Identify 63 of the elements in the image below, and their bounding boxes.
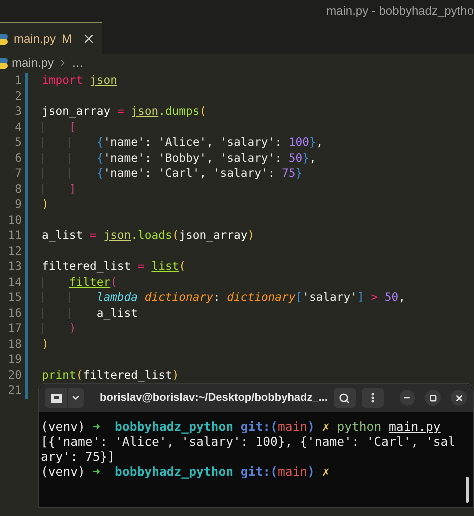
code-line: import json [42,75,118,86]
code-line: ) [42,199,49,210]
terminal-tab-icon [50,393,62,403]
line-number: 14 [7,276,22,288]
search-button[interactable] [334,388,356,408]
line-number: 5 [14,137,22,148]
line-number: 8 [14,184,22,195]
code-line: ] [42,184,76,195]
code-line: filtered_list = list( [42,261,186,272]
line-number: 7 [14,168,22,180]
line-number: 4 [14,122,22,133]
maximize-icon [430,394,437,402]
line-number: 11 [7,230,22,242]
code-line: {'name': 'Alice', 'salary': 100}, [42,137,324,148]
dropdown-button[interactable] [68,388,84,408]
caret-icon [71,393,81,403]
line-number: 19 [7,354,22,366]
line-number: 16 [7,308,22,319]
line-number: 12 [7,246,22,257]
code-line: {'name': 'Carl', 'salary': 75} [42,168,303,180]
python-icon [0,57,8,69]
line-number: 15 [7,292,22,304]
menu-button[interactable] [362,388,384,408]
line-number: 21 [7,385,22,396]
line-number: 18 [7,338,22,350]
close-icon [454,394,464,402]
code-line: ) [42,323,76,334]
tab-label: main.py [14,30,56,48]
code-line: a_list = json.loads(json_array) [42,230,255,242]
line-number: 20 [7,370,22,381]
terminal-title: borislav@borislav:~/Desktop/bobbyhadz_... [100,390,328,406]
minimize-button[interactable] [400,390,416,406]
code-line: print(filtered_list) [42,370,180,381]
search-icon [339,392,350,404]
terminal-line: (venv) ➜ bobbyhadz_python git:(main) ✗ python main.py [41,420,442,435]
line-number: 1 [14,75,22,86]
terminal-line: ary': 75}] [41,450,116,465]
modified-indicator: M [62,30,72,48]
line-number: 3 [14,106,22,118]
line-number: 13 [7,261,22,272]
terminal-line: (venv) ➜ bobbyhadz_python git:(main) ✗ [41,465,331,480]
maximize-button[interactable] [425,390,442,406]
line-number: 6 [14,152,22,164]
line-number: 10 [7,214,22,226]
code-line: a_list [42,308,138,319]
breadcrumb-file[interactable]: main.py [12,54,54,72]
line-number: 17 [7,323,22,334]
close-button[interactable] [451,390,468,406]
editor-tab[interactable]: main.py M [0,22,102,54]
line-number: 9 [14,199,22,210]
python-icon [0,32,8,44]
code-line: [ [42,122,76,133]
breadcrumb-more[interactable]: … [72,54,84,72]
code-line: ) [42,338,49,350]
code-line: json_array = json.dumps( [42,106,207,118]
window-title: main.py - bobbyhadz_pytho [326,3,474,20]
code-line: filter( [42,276,118,288]
code-line: {'name': 'Bobby', 'salary': 50}, [42,152,316,164]
code-line: lambda dictionary: dictionary['salary'] > 50, [42,292,406,304]
terminal-line: [{'name': 'Alice', 'salary': 100}, {'name': 'Carl', 'sal [41,435,457,450]
scrollbar [466,477,469,503]
new-tab-button[interactable] [45,388,67,408]
line-number: 2 [14,90,22,102]
